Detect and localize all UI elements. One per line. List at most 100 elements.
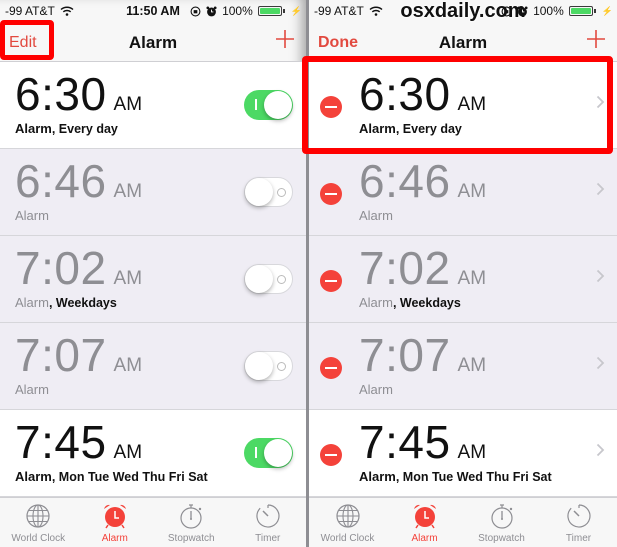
tab-world-clock[interactable]: World Clock xyxy=(309,498,386,547)
alarm-content: 7:02 AM Alarm, Weekdays xyxy=(359,242,486,310)
tab-label: Alarm xyxy=(411,533,438,544)
alarm-row[interactable]: 6:30 AM Alarm, Every day xyxy=(0,62,306,149)
toggle-on-mark xyxy=(255,447,257,458)
toggle-knob xyxy=(245,178,273,206)
tab-alarm[interactable]: Alarm xyxy=(77,498,154,547)
alarm-row[interactable]: 7:45 AM Alarm, Mon Tue Wed Thu Fri Sat xyxy=(0,410,306,497)
alarm-time-value: 7:02 xyxy=(15,242,107,294)
tab-world-clock[interactable]: World Clock xyxy=(0,498,77,547)
tab-label: Timer xyxy=(565,533,592,544)
timer-icon xyxy=(256,504,280,528)
alarm-repeat: , Mon Tue Wed Thu Fri Sat xyxy=(395,470,552,484)
toggle-knob xyxy=(245,265,273,293)
alarm-row[interactable]: 6:46 AM Alarm xyxy=(309,149,617,236)
timer-icon xyxy=(566,504,591,528)
delete-alarm-button[interactable] xyxy=(320,357,342,379)
alarm-time-value: 7:45 xyxy=(15,416,107,468)
battery-icon xyxy=(568,6,596,16)
alarm-ampm: AM xyxy=(457,355,487,376)
alarm-ampm: AM xyxy=(113,442,143,463)
status-icons: 100% ⚡ xyxy=(190,4,302,18)
plus-icon[interactable] xyxy=(585,28,607,50)
tab-stopwatch[interactable]: Stopwatch xyxy=(153,498,230,547)
tab-timer[interactable]: Timer xyxy=(230,498,307,547)
alarm-time: 6:46 AM xyxy=(15,155,142,207)
alarm-time-value: 7:02 xyxy=(359,242,451,294)
toggle-off-mark xyxy=(277,362,286,371)
alarm-row[interactable]: 6:46 AM Alarm xyxy=(0,149,306,236)
alarm-label: Alarm xyxy=(359,295,393,310)
alarm-content: 6:30 AM Alarm, Every day xyxy=(15,68,142,136)
toggle-knob xyxy=(245,352,273,380)
delete-alarm-button[interactable] xyxy=(320,270,342,292)
chevron-right-icon[interactable] xyxy=(596,443,605,457)
alarm-clock-icon xyxy=(413,504,436,529)
alarm-clock-icon xyxy=(517,5,528,16)
alarm-row[interactable]: 7:02 AM Alarm, Weekdays xyxy=(309,236,617,323)
alarm-time-value: 7:07 xyxy=(359,329,451,381)
alarm-ampm: AM xyxy=(457,442,487,463)
alarm-ampm: AM xyxy=(113,181,143,202)
tab-timer[interactable]: Timer xyxy=(540,498,617,547)
alarm-content: 7:02 AM Alarm, Weekdays xyxy=(15,242,142,310)
tab-bar: World Clock Alarm Stopwatch Timer xyxy=(0,497,306,547)
tab-label: World Clock xyxy=(11,533,66,544)
alarm-ampm: AM xyxy=(113,268,143,289)
alarm-toggle[interactable] xyxy=(244,438,293,468)
chevron-right-icon[interactable] xyxy=(596,182,605,196)
alarm-toggle[interactable] xyxy=(244,264,293,294)
alarm-label: Alarm xyxy=(15,382,49,397)
alarm-time: 7:45 AM xyxy=(359,416,552,468)
alarm-label: Alarm xyxy=(15,121,52,136)
alarm-description: Alarm, Every day xyxy=(15,121,142,136)
alarm-row[interactable]: 6:30 AM Alarm, Every day xyxy=(309,62,617,149)
chevron-right-icon[interactable] xyxy=(596,269,605,283)
alarm-time: 6:46 AM xyxy=(359,155,486,207)
alarm-time: 6:30 AM xyxy=(359,68,486,120)
alarm-row[interactable]: 7:07 AM Alarm xyxy=(0,323,306,410)
chevron-right-icon[interactable] xyxy=(596,356,605,370)
tab-label: Stopwatch xyxy=(478,533,525,544)
alarm-row[interactable]: 7:45 AM Alarm, Mon Tue Wed Thu Fri Sat xyxy=(309,410,617,497)
delete-alarm-button[interactable] xyxy=(320,444,342,466)
edit-button[interactable]: Edit xyxy=(9,34,37,52)
battery-icon xyxy=(257,6,285,16)
alarm-label: Alarm xyxy=(359,208,393,223)
alarm-clock-icon xyxy=(103,504,126,529)
delete-alarm-button[interactable] xyxy=(320,183,342,205)
alarm-repeat: , Every day xyxy=(51,122,118,136)
status-icons: 100% ⚡ xyxy=(501,4,613,18)
delete-alarm-button[interactable] xyxy=(320,96,342,118)
alarm-description: Alarm, Every day xyxy=(359,121,486,136)
alarm-toggle[interactable] xyxy=(244,177,293,207)
battery-percent: 100% xyxy=(533,4,564,18)
toggle-knob xyxy=(264,91,292,119)
alarm-time: 7:45 AM xyxy=(15,416,208,468)
alarm-label: Alarm xyxy=(15,469,52,484)
done-button[interactable]: Done xyxy=(318,34,358,52)
alarm-toggle[interactable] xyxy=(244,90,293,120)
tab-alarm[interactable]: Alarm xyxy=(386,498,463,547)
left-phone-screen: -99 AT&T 11:50 AM 100% ⚡ Edit Alarm 6:30… xyxy=(0,0,306,547)
alarm-time-value: 6:46 xyxy=(15,155,107,207)
alarm-ampm: AM xyxy=(457,268,487,289)
alarm-clock-icon xyxy=(206,5,217,16)
tab-stopwatch[interactable]: Stopwatch xyxy=(463,498,540,547)
alarm-label: Alarm xyxy=(359,382,393,397)
alarm-list: 6:30 AM Alarm, Every day 6:46 AM Alarm 7:02 AM A… xyxy=(309,62,617,497)
plus-icon[interactable] xyxy=(274,28,296,50)
alarm-description: Alarm xyxy=(359,208,486,223)
alarm-time-value: 6:46 xyxy=(359,155,451,207)
toggle-on-mark xyxy=(255,99,257,110)
right-phone-screen: -99 AT&T osxdaily.com 100% ⚡ Done Alarm … xyxy=(309,0,617,547)
status-bar: -99 AT&T osxdaily.com 100% ⚡ xyxy=(309,0,617,22)
chevron-right-icon[interactable] xyxy=(596,95,605,109)
battery-percent: 100% xyxy=(222,4,253,18)
alarm-description: Alarm, Weekdays xyxy=(359,295,486,310)
alarm-row[interactable]: 7:02 AM Alarm, Weekdays xyxy=(0,236,306,323)
alarm-repeat: , Weekdays xyxy=(48,296,117,310)
alarm-repeat: , Every day xyxy=(395,122,462,136)
alarm-time: 7:02 AM xyxy=(359,242,486,294)
alarm-row[interactable]: 7:07 AM Alarm xyxy=(309,323,617,410)
alarm-toggle[interactable] xyxy=(244,351,293,381)
